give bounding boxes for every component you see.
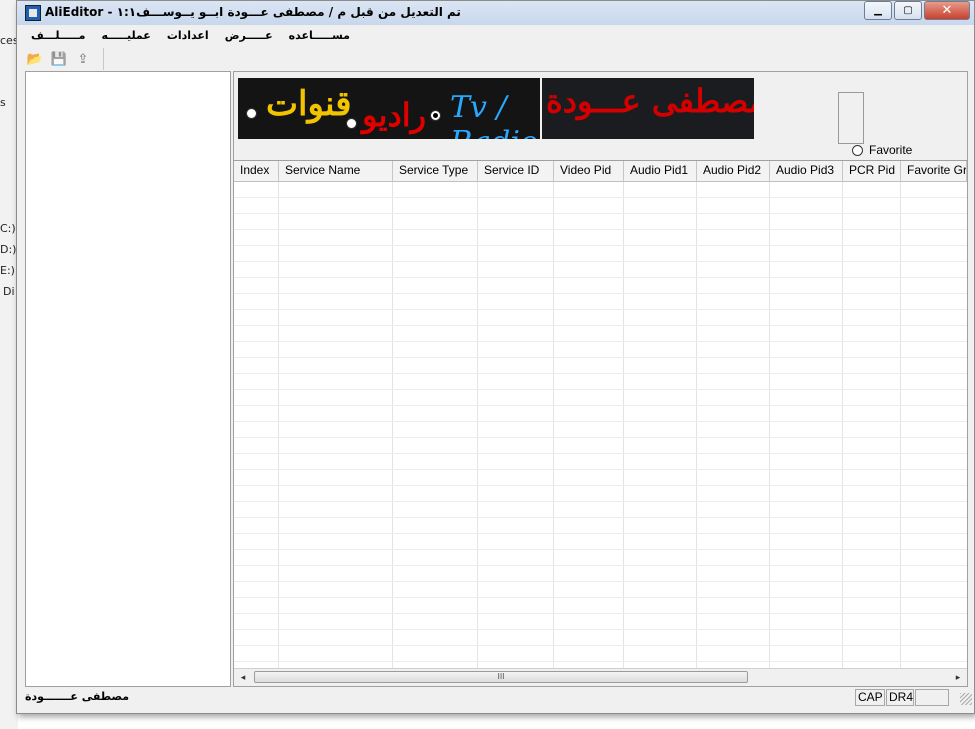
table-header: Index Service Name Service Type Service … [234,161,967,182]
title-bar[interactable]: AliEditor - تم التعديل من قبل م / مصطفى … [17,1,974,25]
menu-help[interactable]: مســـــاعده [281,27,358,46]
background-text: E:) [0,264,15,277]
app-icon[interactable] [25,5,41,21]
column-header-audio-pid1[interactable]: Audio Pid1 [624,161,697,181]
toolbar: 📂 💾 ⇪ [25,48,104,70]
menu-operation[interactable]: عمليـــــه [93,27,158,46]
window-title: AliEditor - تم التعديل من قبل م / مصطفى … [45,5,461,19]
channel-list-pane: قنوات راديو Tv / Radio م / مصطفى عـــودة… [233,71,968,687]
menu-view[interactable]: عـــــرض [217,27,281,46]
folder-tree-pane[interactable] [25,71,231,687]
save-icon[interactable]: 💾 [49,50,69,68]
radio-label: راديو [362,96,427,134]
author-banner: م / مصطفى عـــودة [542,78,754,139]
table-body[interactable] [234,182,967,669]
channels-radio[interactable] [246,108,257,119]
status-bar: مصطفى عـــــــودة CAP DR4 [17,687,974,709]
column-header-favorite-group[interactable]: Favorite Gr [901,161,967,181]
resize-grip-icon[interactable] [960,693,972,705]
column-header-pcr-pid[interactable]: PCR Pid [843,161,901,181]
menu-settings[interactable]: اعدادات [159,27,217,46]
column-header-service-type[interactable]: Service Type [393,161,478,181]
scrollbar-thumb[interactable]: III [254,671,748,683]
favorite-list-box[interactable] [838,92,864,144]
app-window: AliEditor - تم التعديل من قبل م / مصطفى … [16,0,975,714]
menu-bar: مـــــلـــف عمليـــــه اعدادات عـــــرض … [17,27,974,46]
favorite-option[interactable]: Favorite [852,143,912,157]
column-header-index[interactable]: Index [234,161,279,181]
horizontal-scrollbar[interactable]: ◂ III ▸ [234,668,967,686]
caps-indicator: CAP [855,689,885,706]
tv-radio-label: Tv / Radio [450,90,538,139]
background-text: s [0,96,6,109]
column-header-service-id[interactable]: Service ID [478,161,554,181]
minimize-button[interactable]: ▁ [864,1,892,20]
drive-indicator: DR4 [886,689,914,706]
service-type-banner: قنوات راديو Tv / Radio [238,78,540,139]
status-text: مصطفى عـــــــودة [25,690,130,703]
banner-text: م / مصطفى عـــودة [546,82,754,120]
favorite-label: Favorite [869,143,913,157]
services-table[interactable]: Index Service Name Service Type Service … [234,160,967,669]
tv-radio-radio[interactable] [430,110,441,121]
column-header-audio-pid3[interactable]: Audio Pid3 [770,161,843,181]
column-header-audio-pid2[interactable]: Audio Pid2 [697,161,770,181]
column-header-video-pid[interactable]: Video Pid [554,161,624,181]
export-icon[interactable]: ⇪ [73,50,93,68]
filter-area: قنوات راديو Tv / Radio م / مصطفى عـــودة… [234,72,967,160]
menu-file[interactable]: مـــــلـــف [23,27,93,46]
close-button[interactable]: ✕ [924,1,970,20]
maximize-button[interactable]: ▢ [894,1,922,20]
folder-open-icon[interactable]: 📂 [25,50,45,68]
column-header-service-name[interactable]: Service Name [279,161,393,181]
background-text: D:) [0,243,17,256]
scroll-right-arrow-icon[interactable]: ▸ [951,671,965,684]
background-text: C:) [0,222,16,235]
scroll-left-arrow-icon[interactable]: ◂ [236,671,250,684]
radio-radio[interactable] [346,118,357,129]
channels-label: قنوات [266,84,352,124]
window-controls: ▁ ▢ ✕ [862,1,970,20]
status-panel-empty [915,689,949,706]
background-text: Di [3,285,15,298]
favorite-radio[interactable] [852,144,863,156]
